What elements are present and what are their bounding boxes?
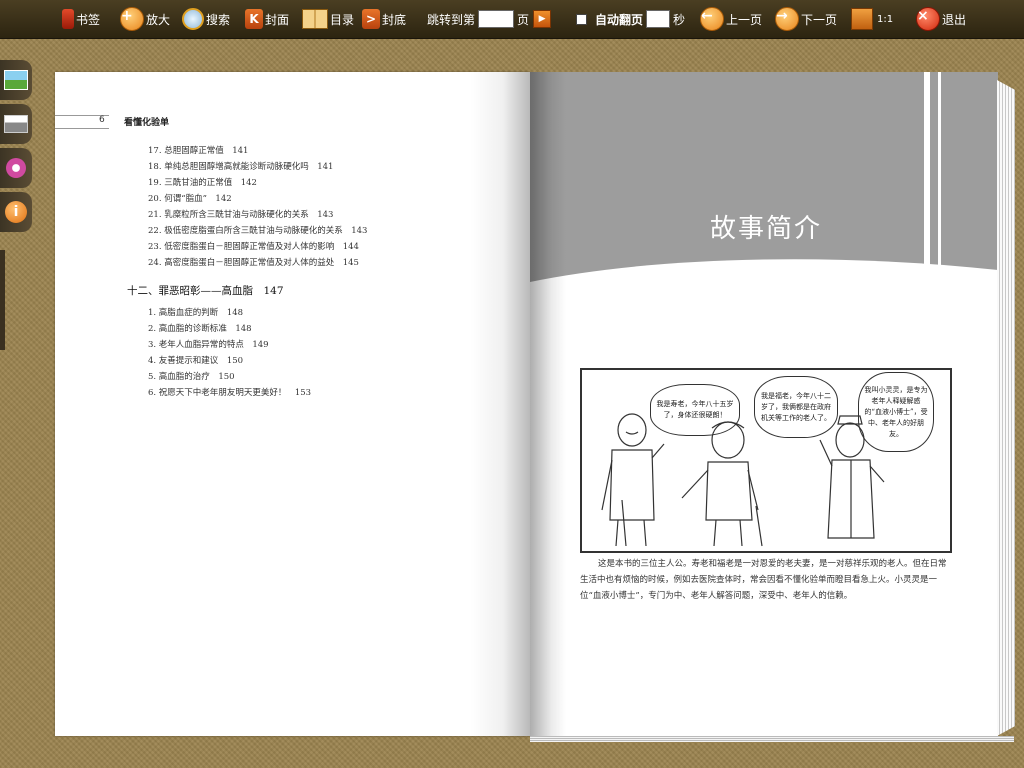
story-caption: 这是本书的三位主人公。寿老和福老是一对恩爱的老夫妻，是一对慈祥乐观的老人。但在日… <box>580 559 947 601</box>
search-icon <box>182 8 204 30</box>
characters-drawing <box>601 413 885 547</box>
toc-item: 23. 低密度脂蛋白－胆固醇正常值及对人体的影响 144 <box>148 242 359 252</box>
page-jump-input[interactable] <box>478 10 515 28</box>
image-icon <box>4 70 28 90</box>
left-page: 6 看懂化验单 17. 总胆固醇正常值 141 18. 单纯总胆固醇增高就能诊断… <box>55 72 530 736</box>
right-gutter-shadow <box>530 72 566 736</box>
banner-wave <box>530 259 998 312</box>
actual-size-button[interactable]: 1:1 <box>851 6 893 32</box>
page-number: 6 <box>99 115 105 125</box>
bookmark-button[interactable]: 书签 <box>62 6 100 32</box>
toc-item: 3. 老年人血脂异常的特点 149 <box>148 340 269 350</box>
toc-item: 5. 高血脂的治疗 150 <box>148 372 235 382</box>
printer-icon <box>4 115 28 133</box>
thumbnail-tab[interactable] <box>0 60 32 100</box>
close-icon: × <box>916 7 940 31</box>
toc-item: 20. 何谓“脂血” 142 <box>148 194 232 204</box>
toc-item: 2. 高血脂的诊断标准 148 <box>148 324 252 334</box>
first-page-icon: K <box>245 9 263 29</box>
go-button[interactable]: ▶ <box>533 10 552 28</box>
next-page-button[interactable]: → 下一页 <box>775 6 837 32</box>
book-icon <box>302 9 328 29</box>
info-tab[interactable]: i <box>0 192 32 232</box>
auto-flip-seconds-input[interactable] <box>646 10 671 28</box>
arrow-left-icon: ← <box>700 7 724 31</box>
exit-button[interactable]: × 退出 <box>916 6 966 32</box>
info-icon: i <box>5 201 27 223</box>
zoom-in-icon: + <box>120 7 144 31</box>
auto-flip: 自动翻页 秒 <box>576 6 685 32</box>
print-tab[interactable] <box>0 104 32 144</box>
toc-item: 6. 祝愿天下中老年朋友明天更美好！ 153 <box>148 388 312 398</box>
toc-item: 17. 总胆固醇正常值 141 <box>148 146 249 156</box>
page-stack-bottom <box>530 736 1014 742</box>
back-cover-button[interactable]: > 封底 <box>362 6 406 32</box>
running-header: 看懂化验单 <box>124 118 170 128</box>
settings-tab[interactable] <box>0 148 32 188</box>
search-button[interactable]: 搜索 <box>182 6 230 32</box>
cartoon-illustration: 我是寿老，今年八十五岁了，身体还很硬朗！ 我是福老，今年八十二岁了，我俩都是在政… <box>580 368 952 553</box>
banner-stripe <box>938 72 941 272</box>
zoom-in-button[interactable]: + 放大 <box>120 6 170 32</box>
bookmark-icon <box>62 9 74 29</box>
fit-size-icon <box>851 8 873 30</box>
toc-item: 18. 单纯总胆固醇增高就能诊断动脉硬化吗 141 <box>148 162 334 172</box>
page-jump: 跳转到第 页 ▶ <box>427 6 552 32</box>
auto-flip-checkbox[interactable] <box>576 13 587 25</box>
toc-item: 4. 友善提示和建议 150 <box>148 356 244 366</box>
toc-item: 21. 乳糜粒所含三酰甘油与动脉硬化的关系 143 <box>148 210 334 220</box>
toc-item: 24. 高密度脂蛋白－胆固醇正常值及对人体的益处 145 <box>148 258 359 268</box>
right-page: 故事简介 我是寿老，今年八十五岁了，身体还很硬朗！ 我是福老，今年八十二岁了，我… <box>530 72 998 736</box>
last-page-icon: > <box>362 9 380 29</box>
banner-stripe <box>924 72 930 272</box>
side-tabs: i <box>0 52 34 252</box>
toc-item: 1. 高脂血症的判断 148 <box>148 308 244 318</box>
toc-section-heading: 十二、罪恶昭彰——高血脂 147 <box>127 285 284 297</box>
gear-icon <box>6 158 26 178</box>
toc-item: 19. 三酰甘油的正常值 142 <box>148 178 257 188</box>
left-gutter-shadow <box>470 72 530 736</box>
cover-button[interactable]: K 封面 <box>245 6 289 32</box>
side-strip <box>0 250 5 350</box>
toc-item: 22. 极低密度脂蛋白所含三酰甘油与动脉硬化的关系 143 <box>148 226 368 236</box>
arrow-right-icon: → <box>775 7 799 31</box>
toolbar: 书签 + 放大 搜索 K 封面 目录 > 封底 跳转到第 页 ▶ 自动翻页 秒 … <box>0 0 1024 39</box>
toc-button[interactable]: 目录 <box>302 6 354 32</box>
page-stack-edge <box>997 80 1015 736</box>
page-title: 故事简介 <box>710 214 823 244</box>
prev-page-button[interactable]: ← 上一页 <box>700 6 762 32</box>
